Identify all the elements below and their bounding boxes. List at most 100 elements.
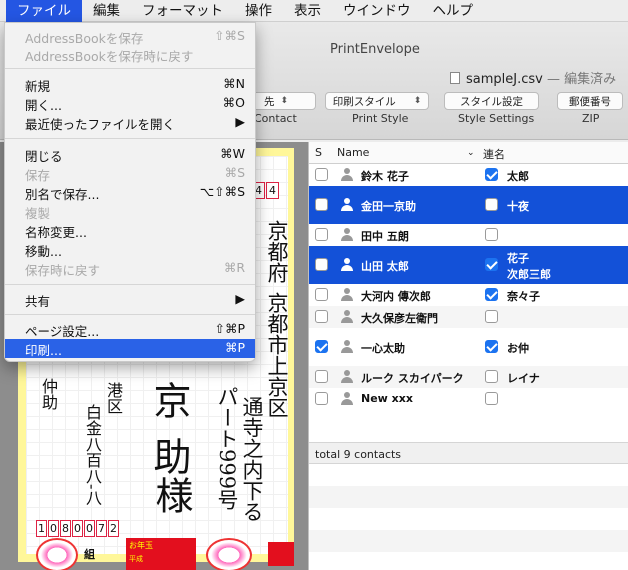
contact-row[interactable]: 山田 太郎 花子 次郎三郎 <box>309 246 628 284</box>
person-icon <box>341 198 353 211</box>
joint-name: お仲 <box>507 342 529 355</box>
menu-item-revert: 保存時に戻す ⌘R <box>5 259 255 278</box>
menu-separator <box>5 68 255 69</box>
contact-row[interactable]: 鈴木 花子 太郎 <box>309 164 628 186</box>
contact-row[interactable]: 金田一京助 十夜 <box>309 186 628 224</box>
lottery-sub: 平成 <box>129 555 143 563</box>
contact-name: New xxx <box>361 392 413 405</box>
screen: ファイル 編集 フォーマット 操作 表示 ウインドウ ヘルプ PrintEnve… <box>0 0 628 570</box>
menu-item-new[interactable]: 新規 ⌘N <box>5 75 255 94</box>
contact-list[interactable]: S Name ⌄ 連名 鈴木 花子 太郎金田一京助 十夜田中 五朗 山田 太郎 花子 次郎… <box>308 142 628 570</box>
menu-item-rename[interactable]: 名称変更... <box>5 221 255 240</box>
menu-item-shortcut: ⌘S <box>224 165 245 180</box>
contact-popup-value: 先 <box>263 95 275 108</box>
joint-name-checkbox[interactable] <box>485 198 498 211</box>
joint-name-checkbox[interactable] <box>485 168 498 181</box>
select-checkbox[interactable] <box>315 288 328 301</box>
select-checkbox[interactable] <box>315 228 328 241</box>
menu-item-shortcut: ⌘P <box>224 340 245 355</box>
menu-item-label: ページ設定... <box>25 324 100 339</box>
menu-item-label: AddressBookを保存時に戻す <box>25 49 194 64</box>
person-icon <box>341 228 353 241</box>
menu-item-label: 印刷... <box>25 343 62 358</box>
zip-digit: 2 <box>108 520 119 537</box>
joint-name-checkbox[interactable] <box>485 310 498 323</box>
joint-name-checkbox[interactable] <box>485 340 498 353</box>
contact-row[interactable]: 一心太助 お仲 <box>309 328 628 366</box>
document-title[interactable]: sampleJ.csv — 編集済み <box>450 68 616 87</box>
column-name[interactable]: Name <box>337 146 369 159</box>
contact-row[interactable]: 大久保彦左衛門 <box>309 306 628 328</box>
menu-item-close[interactable]: 閉じる ⌘W <box>5 145 255 164</box>
menu-item-label: 保存 <box>25 168 51 183</box>
empty-row <box>309 530 628 552</box>
menu-item-page-setup[interactable]: ページ設定... ⇧⌘P <box>5 320 255 339</box>
menu-item-save: 保存 ⌘S <box>5 164 255 183</box>
style-settings-button[interactable]: スタイル設定 <box>444 92 539 110</box>
menu-item-open[interactable]: 開く... ⌘O <box>5 94 255 113</box>
menu-item-label: 共有 <box>25 294 51 309</box>
menu-window[interactable]: ウインドウ <box>332 0 422 22</box>
menu-item-revert-addressbook: AddressBookを保存時に戻す <box>5 45 255 64</box>
menu-item-label: 開く... <box>25 98 62 113</box>
joint-name-checkbox[interactable] <box>485 228 498 241</box>
address-line-3: 通寺之内下る <box>240 396 264 522</box>
menu-item-save-as[interactable]: 別名で保存... ⌥⇧⌘S <box>5 183 255 202</box>
contact-row[interactable]: 大河内 傳次郎 奈々子 <box>309 284 628 306</box>
menu-bar: ファイル 編集 フォーマット 操作 表示 ウインドウ ヘルプ <box>0 0 628 22</box>
contact-name: 金田一京助 <box>361 200 416 213</box>
person-icon <box>341 340 353 353</box>
select-checkbox[interactable] <box>315 310 328 323</box>
joint-name-checkbox[interactable] <box>485 258 498 271</box>
menu-item-label: 名称変更... <box>25 225 87 240</box>
zip-digit: 1 <box>36 520 47 537</box>
select-checkbox[interactable] <box>315 258 328 271</box>
menu-item-share[interactable]: 共有 ▶ <box>5 290 255 309</box>
menu-separator <box>5 314 255 315</box>
select-checkbox[interactable] <box>315 370 328 383</box>
column-rename[interactable]: 連名 <box>483 146 505 162</box>
menu-separator <box>5 138 255 139</box>
submenu-arrow-icon: ▶ <box>235 291 245 306</box>
joint-name-checkbox[interactable] <box>485 288 498 301</box>
contact-name: ルーク スカイパーク <box>361 372 464 385</box>
contact-row[interactable]: New xxx <box>309 388 628 410</box>
menu-item-print[interactable]: 印刷... ⌘P <box>5 339 255 358</box>
joint-name-checkbox[interactable] <box>485 392 498 405</box>
menu-item-open-recent[interactable]: 最近使ったファイルを開く ▶ <box>5 113 255 132</box>
menu-item-label: 複製 <box>25 206 51 221</box>
menu-item-move[interactable]: 移動... <box>5 240 255 259</box>
empty-row <box>309 508 628 530</box>
contact-row[interactable]: ルーク スカイパーク レイナ <box>309 366 628 388</box>
select-checkbox[interactable] <box>315 198 328 211</box>
joint-name: 奈々子 <box>507 290 540 303</box>
menu-item-shortcut: ⌘O <box>222 95 245 110</box>
joint-name-checkbox[interactable] <box>485 370 498 383</box>
menu-item-label: 最近使ったファイルを開く <box>25 117 176 132</box>
menu-item-label: 移動... <box>25 244 62 259</box>
print-style-popup[interactable]: 印刷スタイル ⬍ <box>325 92 429 110</box>
menu-file[interactable]: ファイル <box>6 0 82 22</box>
document-icon <box>450 72 460 84</box>
contact-row[interactable]: 田中 五朗 <box>309 224 628 246</box>
joint-name: 十夜 <box>507 200 529 213</box>
sort-chevron-icon[interactable]: ⌄ <box>467 148 475 158</box>
zip-button[interactable]: 郵便番号 <box>557 92 623 110</box>
empty-row <box>309 486 628 508</box>
menu-help[interactable]: ヘルプ <box>422 0 485 22</box>
zip-digit: 0 <box>84 520 95 537</box>
menu-edit[interactable]: 編集 <box>82 0 131 22</box>
menu-item-label: 保存時に戻す <box>25 263 101 278</box>
menu-format[interactable]: フォーマット <box>131 0 234 22</box>
menu-view[interactable]: 表示 <box>283 0 332 22</box>
zip-label: ZIP <box>582 112 600 125</box>
empty-row <box>309 464 628 486</box>
menu-operation[interactable]: 操作 <box>234 0 283 22</box>
joint-name: 太郎 <box>507 170 529 183</box>
select-checkbox[interactable] <box>315 340 328 353</box>
select-checkbox[interactable] <box>315 168 328 181</box>
column-s[interactable]: S <box>315 146 322 159</box>
contact-name: 一心太助 <box>361 342 405 355</box>
person-icon <box>341 310 353 323</box>
select-checkbox[interactable] <box>315 392 328 405</box>
